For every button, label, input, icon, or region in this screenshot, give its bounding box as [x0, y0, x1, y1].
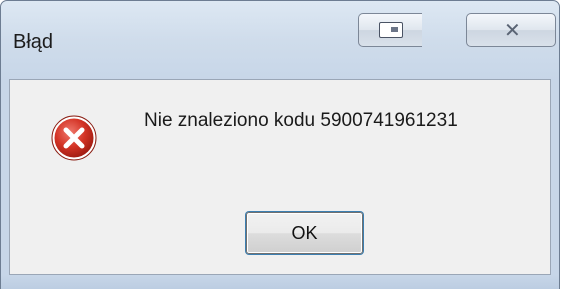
title-bar[interactable]: Błąd ✕ — [1, 1, 559, 79]
close-button[interactable]: ✕ — [466, 13, 556, 47]
dialog-body: Nie znaleziono kodu 5900741961231 OK — [9, 79, 551, 275]
ok-button[interactable]: OK — [246, 212, 363, 254]
close-icon: ✕ — [504, 18, 521, 42]
error-icon — [51, 115, 97, 161]
window-title: Błąd — [13, 31, 54, 53]
window-icon — [379, 22, 403, 38]
minimize-button[interactable] — [358, 13, 422, 47]
error-message: Nie znaleziono kodu 5900741961231 — [144, 110, 458, 131]
window-bottom-edge — [1, 275, 559, 289]
error-dialog: Błąd ✕ Nie znaleziono kodu 5900741961231… — [0, 0, 560, 289]
